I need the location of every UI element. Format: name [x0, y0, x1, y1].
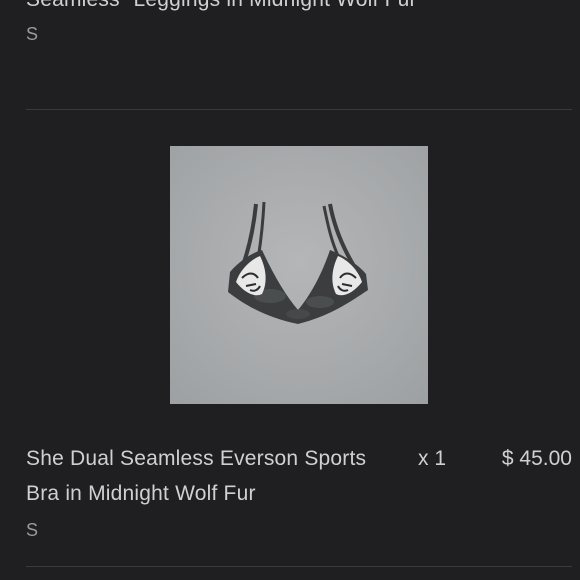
divider	[26, 566, 572, 567]
item-title: She Dual Seamless Everson Sports Bra in …	[26, 447, 367, 505]
list-item-leggings[interactable]: Seamless "Leggings in Midnight Wolf Fur …	[26, 0, 546, 45]
item-quantity: x 1	[418, 447, 447, 470]
product-image[interactable]	[170, 146, 428, 404]
item-price: $ 45.00	[501, 447, 572, 470]
item-size: S	[26, 24, 39, 44]
item-title: Seamless "Leggings in Midnight Wolf Fur	[26, 0, 546, 17]
item-size: S	[26, 520, 39, 540]
sports-bra-product-photo	[170, 146, 428, 404]
divider	[26, 109, 572, 110]
order-items-list: Seamless "Leggings in Midnight Wolf Fur …	[0, 0, 580, 580]
